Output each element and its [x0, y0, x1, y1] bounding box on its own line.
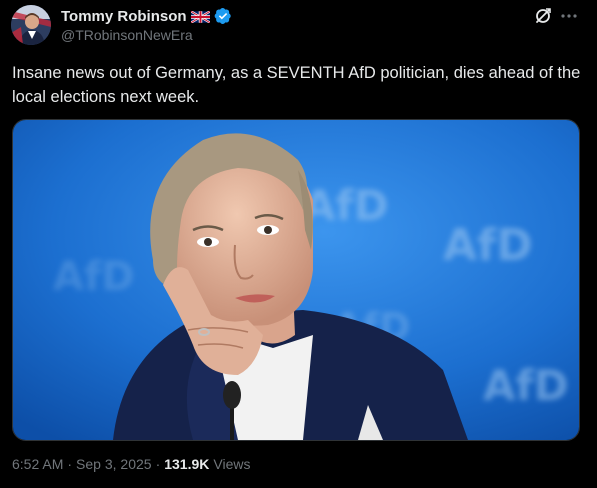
post-date[interactable]: Sep 3, 2025	[76, 456, 152, 472]
more-options-icon	[561, 14, 577, 18]
afd-watermark: AfD	[443, 220, 533, 271]
post-media-image[interactable]: AfD AfD AfD AfD AfD	[12, 119, 580, 441]
afd-watermark: AfD	[483, 361, 569, 410]
views-count: 131.9K	[164, 456, 210, 472]
afd-watermark: AfD	[303, 181, 389, 230]
afd-watermark: AfD	[53, 254, 135, 300]
more-options-button[interactable]	[559, 6, 579, 26]
author-display-name[interactable]: Tommy Robinson	[61, 8, 187, 25]
meta-separator: ·	[155, 456, 161, 472]
post-meta: 6:52 AM · Sep 3, 2025 · 131.9K Views	[12, 456, 250, 472]
press-conference-photo: AfD AfD AfD AfD AfD	[13, 120, 579, 440]
views-label: Views	[213, 456, 251, 472]
post-time[interactable]: 6:52 AM	[12, 456, 63, 472]
author-handle[interactable]: @TRobinsonNewEra	[61, 27, 193, 43]
post-text: Insane news out of Germany, as a SEVENTH…	[12, 64, 581, 106]
meta-separator: ·	[67, 456, 73, 472]
avatar[interactable]	[11, 5, 51, 45]
post: Tommy Robinson @TRobinsonNewEra Insane n…	[0, 0, 597, 488]
author-name-row: Tommy Robinson	[61, 6, 232, 26]
grok-icon	[536, 8, 551, 23]
uk-flag-icon	[189, 10, 211, 24]
grok-button[interactable]	[533, 6, 553, 26]
verified-badge-icon	[214, 7, 232, 25]
avatar-image	[11, 5, 51, 45]
